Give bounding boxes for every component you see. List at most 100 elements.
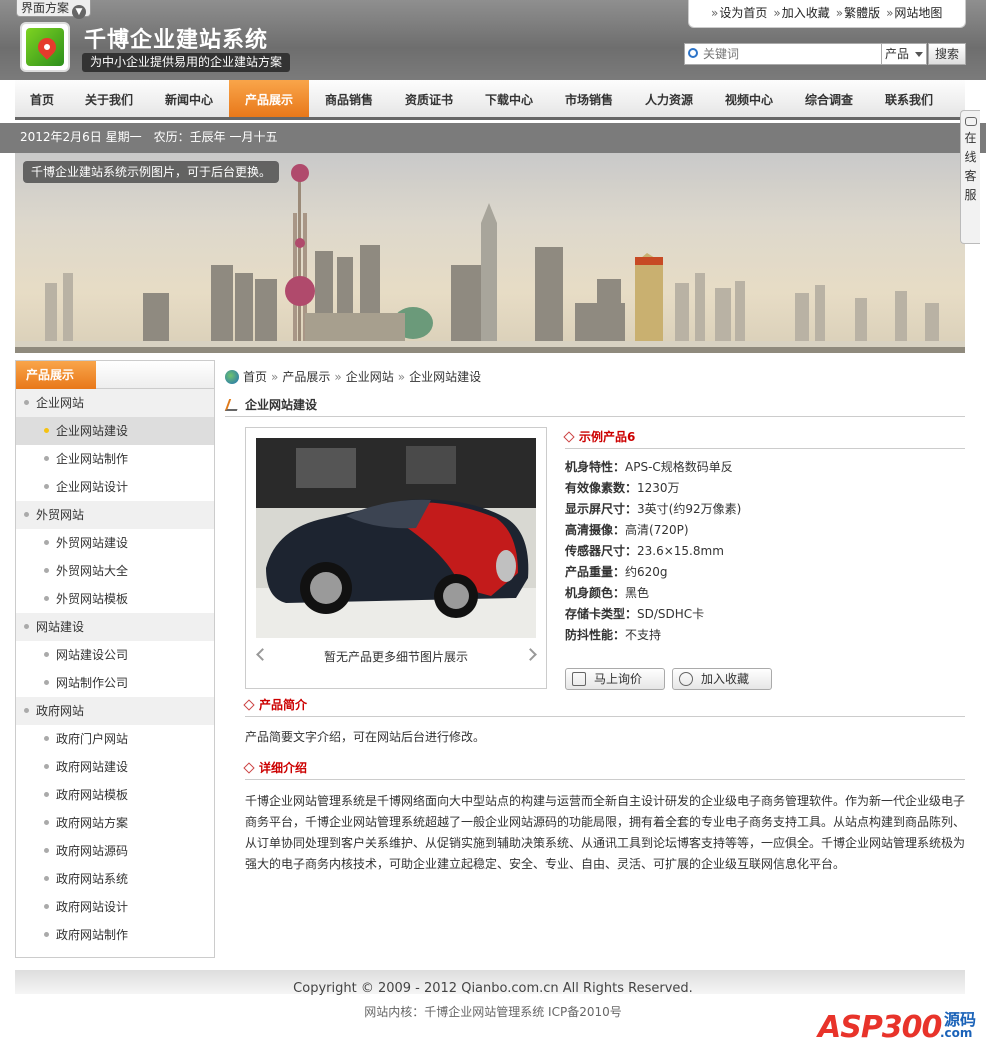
asp300-watermark-logo: ASP300 源码 .com — [818, 1010, 977, 1045]
banner-caption: 千博企业建站系统示例图片，可于后台更换。 — [23, 161, 280, 183]
sidebar-category[interactable]: 政府网站 — [16, 697, 214, 725]
service-char: 在 — [964, 131, 977, 145]
sidebar-title: 产品展示 — [16, 361, 214, 389]
chevron-down-icon — [915, 52, 923, 57]
breadcrumb-products[interactable]: 产品展示 — [282, 370, 330, 384]
inquire-icon — [572, 672, 586, 686]
diamond-bullet-icon — [563, 431, 575, 443]
add-favorite-link[interactable]: 加入收藏 — [773, 6, 829, 20]
detail-text: 千博企业网站管理系统是千博网络面向大中型站点的构建与运营而全新自主设计研发的企业… — [245, 794, 966, 871]
product-actions: 马上询价 加入收藏 — [565, 668, 965, 690]
breadcrumb-separator: » — [334, 370, 342, 384]
breadcrumb-home[interactable]: 首页 — [243, 370, 267, 384]
sidebar-item[interactable]: 政府网站源码 — [16, 837, 214, 865]
online-service-tab[interactable]: 在 线 客 服 — [960, 110, 980, 244]
sidebar-item[interactable]: 政府网站系统 — [16, 865, 214, 893]
search-button[interactable]: 搜索 — [928, 43, 966, 65]
skyline-illustration — [15, 164, 965, 353]
nav-item-video[interactable]: 视频中心 — [709, 80, 789, 117]
favorite-icon — [679, 672, 693, 686]
chat-bubble-icon — [965, 117, 977, 126]
scheme-label: 界面方案 — [21, 1, 70, 15]
product-name-text: 示例产品6 — [579, 430, 636, 444]
spec-row: 机身特性：APS-C规格数码单反 — [565, 460, 733, 474]
product-info: 示例产品6 机身特性：APS-C规格数码单反 有效像素数：1230万 显示屏尺寸… — [563, 427, 965, 690]
sidebar-item[interactable]: 企业网站制作 — [16, 445, 214, 473]
search-bar: 产品 搜索 — [684, 43, 966, 65]
sidebar-item[interactable]: 企业网站设计 — [16, 473, 214, 501]
sidebar-item[interactable]: 政府网站方案 — [16, 809, 214, 837]
detail-heading: 详细介绍 — [243, 758, 965, 780]
nav-item-about[interactable]: 关于我们 — [69, 80, 149, 117]
product-name: 示例产品6 — [563, 427, 965, 449]
site-slogan: 为中小企业提供易用的企业建站方案 — [82, 53, 291, 72]
thumbnail-note: 暂无产品更多细节图片展示 — [323, 650, 468, 664]
spec-row: 显示屏尺寸：3英寸(约92万像素) — [565, 502, 742, 516]
nav-item-certificates[interactable]: 资质证书 — [389, 80, 469, 117]
service-char: 服 — [964, 188, 977, 202]
diamond-bullet-icon — [243, 699, 255, 711]
nav-item-market[interactable]: 市场销售 — [549, 80, 629, 117]
search-category-select[interactable]: 产品 — [881, 43, 927, 65]
nav-item-survey[interactable]: 综合调查 — [789, 80, 869, 117]
sidebar-item[interactable]: 政府门户网站 — [16, 725, 214, 753]
date-bar: 2012年2月6日 星期一 农历：壬辰年 一月十五 — [0, 123, 986, 153]
sidebar-item[interactable]: 政府网站模板 — [16, 781, 214, 809]
sidebar-item[interactable]: 网站建设公司 — [16, 641, 214, 669]
nav-item-home[interactable]: 首页 — [15, 80, 69, 117]
product-category-sidebar: 产品展示 企业网站 企业网站建设 企业网站制作 企业网站设计 外贸网站 外贸网站… — [15, 360, 215, 958]
site-title: 千博企业建站系统 — [84, 27, 269, 53]
intro-text: 产品简要文字介绍，可在网站后台进行修改。 — [245, 730, 486, 744]
intro-heading: 产品简介 — [243, 695, 965, 717]
nav-item-sales[interactable]: 商品销售 — [309, 80, 389, 117]
logo-map-pin-icon[interactable] — [20, 22, 70, 72]
car-illustration — [256, 438, 536, 638]
spec-row: 存储卡类型：SD/SDHC卡 — [565, 607, 705, 621]
breadcrumb-separator: » — [397, 370, 406, 384]
sidebar-item[interactable]: 政府网站制作 — [16, 921, 214, 949]
sidebar-item[interactable]: 网站制作公司 — [16, 669, 214, 697]
nav-item-hr[interactable]: 人力资源 — [629, 80, 709, 117]
traditional-chinese-link[interactable]: 繁體版 — [836, 6, 880, 20]
product-image[interactable] — [256, 438, 536, 638]
breadcrumb-current[interactable]: 企业网站建设 — [409, 370, 481, 384]
main-content: 首页» 产品展示» 企业网站» 企业网站建设 企业网站建设 暂无产品更多细节图片展 — [224, 360, 966, 960]
nav-item-products[interactable]: 产品展示 — [229, 80, 309, 117]
main-nav: 首页 关于我们 新闻中心 产品展示 商品销售 资质证书 下载中心 市场销售 人力… — [15, 80, 965, 120]
copyright-text: Copyright © 2009 - 2012 Qianbo.com.cn Al… — [293, 981, 693, 996]
nav-item-downloads[interactable]: 下载中心 — [469, 80, 549, 117]
sidebar-category[interactable]: 外贸网站 — [16, 501, 214, 529]
globe-icon — [225, 370, 239, 384]
search-input[interactable] — [684, 43, 882, 65]
spec-row: 有效像素数：1230万 — [565, 481, 680, 495]
spec-row: 防抖性能：不支持 — [565, 628, 662, 642]
product-specs: 机身特性：APS-C规格数码单反 有效像素数：1230万 显示屏尺寸：3英寸(约… — [565, 457, 965, 646]
section-title-text: 企业网站建设 — [245, 398, 318, 412]
breadcrumb-category[interactable]: 企业网站 — [346, 370, 394, 384]
sidebar-item[interactable]: 政府网站建设 — [16, 753, 214, 781]
scheme-switcher[interactable]: 界面方案 ▼ — [16, 0, 92, 19]
pencil-icon — [224, 399, 242, 411]
sidebar-item[interactable]: 政府网站设计 — [16, 893, 214, 921]
search-category-value: 产品 — [885, 47, 910, 61]
chevron-down-icon: ▼ — [72, 5, 87, 19]
sidebar-item[interactable]: 外贸网站大全 — [16, 557, 214, 585]
sidebar-category[interactable]: 企业网站 — [16, 389, 214, 417]
sidebar-item-active[interactable]: 企业网站建设 — [16, 417, 214, 445]
sidebar-item[interactable]: 外贸网站模板 — [16, 585, 214, 613]
product-image-box: 暂无产品更多细节图片展示 — [245, 427, 547, 689]
add-favorite-button[interactable]: 加入收藏 — [672, 668, 772, 690]
sitemap-link[interactable]: 网站地图 — [886, 6, 942, 20]
nav-item-news[interactable]: 新闻中心 — [149, 80, 229, 117]
set-homepage-link[interactable]: 设为首页 — [711, 6, 767, 20]
top-links: 设为首页加入收藏繁體版网站地图 — [688, 0, 966, 28]
sidebar-item[interactable]: 外贸网站建设 — [16, 529, 214, 557]
search-icon — [688, 48, 698, 58]
diamond-bullet-icon — [243, 762, 255, 774]
sidebar-category[interactable]: 网站建设 — [16, 613, 214, 641]
section-title: 企业网站建设 — [224, 395, 965, 417]
nav-item-contact[interactable]: 联系我们 — [869, 80, 949, 117]
spec-row: 传感器尺寸：23.6×15.8mm — [565, 544, 724, 558]
inquire-button[interactable]: 马上询价 — [565, 668, 665, 690]
spec-row: 高清摄像：高清(720P) — [565, 523, 689, 537]
